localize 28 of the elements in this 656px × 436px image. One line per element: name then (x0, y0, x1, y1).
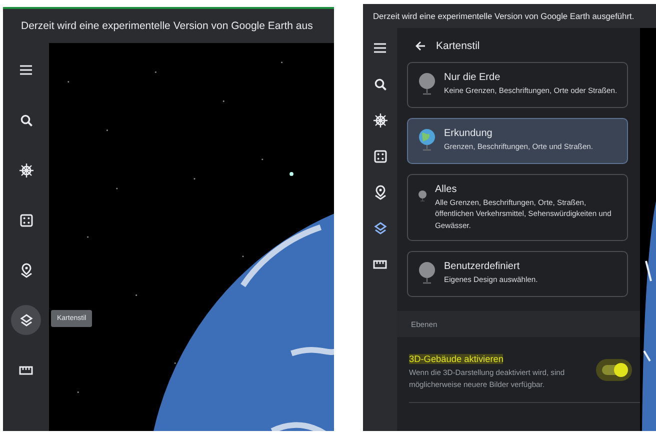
ship-wheel-icon (18, 162, 34, 178)
globe-icon (418, 128, 436, 152)
panel-title: Kartenstil (436, 40, 480, 52)
ship-wheel-icon (372, 112, 388, 128)
toggle-label: 3D-Gebäude aktivieren (409, 354, 504, 364)
style-title: Benutzerdefiniert (444, 261, 521, 272)
location-pin-icon (20, 262, 32, 278)
globe-icon (418, 72, 436, 96)
search-icon (20, 114, 32, 126)
style-title: Erkundung (444, 128, 494, 139)
layers-icon (374, 222, 386, 234)
location-pin-icon (374, 184, 386, 200)
back-arrow-icon[interactable] (415, 41, 426, 51)
info-banner: Derzeit wird eine experimentelle Version von Google Earth ausgeführt. (363, 4, 656, 28)
dice-icon (20, 214, 32, 226)
menu-icon (373, 42, 387, 54)
globe-icon (418, 261, 436, 286)
style-title: Alles (435, 184, 458, 195)
dice-icon (374, 150, 386, 162)
search-icon (374, 78, 386, 90)
sidebar-button[interactable] (11, 305, 41, 335)
ruler-icon (19, 366, 33, 374)
ruler-icon (373, 260, 387, 268)
layers-icon (20, 314, 32, 326)
toggle-switch[interactable] (602, 364, 626, 375)
menu-icon (19, 64, 33, 76)
style-title: Nur die Erde (444, 72, 502, 83)
info-banner: Derzeit wird eine experimentelle Version von Google Earth aus (3, 9, 334, 43)
